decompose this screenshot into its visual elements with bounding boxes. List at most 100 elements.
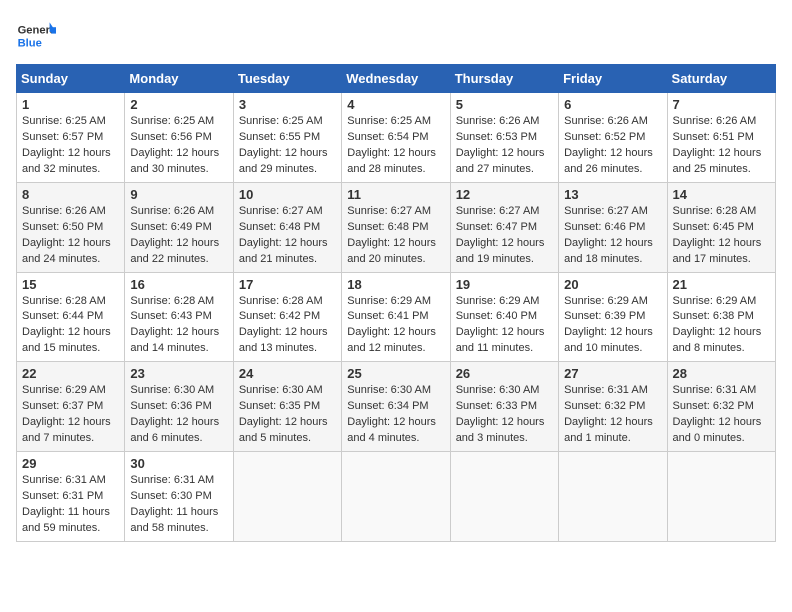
week-row-3: 15 Sunrise: 6:28 AMSunset: 6:44 PMDayligh…	[17, 272, 776, 362]
day-number: 4	[347, 97, 444, 112]
day-cell: 4 Sunrise: 6:25 AMSunset: 6:54 PMDaylight…	[342, 93, 450, 183]
day-number: 15	[22, 277, 119, 292]
day-cell: 2 Sunrise: 6:25 AMSunset: 6:56 PMDaylight…	[125, 93, 233, 183]
day-info: Sunrise: 6:26 AMSunset: 6:53 PMDaylight:…	[456, 114, 553, 178]
day-number: 17	[239, 277, 336, 292]
day-number: 25	[347, 366, 444, 381]
day-info: Sunrise: 6:31 AMSunset: 6:30 PMDaylight:…	[130, 473, 227, 537]
day-number: 10	[239, 187, 336, 202]
day-info: Sunrise: 6:31 AMSunset: 6:31 PMDaylight:…	[22, 473, 119, 537]
day-cell	[450, 452, 558, 542]
day-number: 24	[239, 366, 336, 381]
day-number: 1	[22, 97, 119, 112]
week-row-2: 8 Sunrise: 6:26 AMSunset: 6:50 PMDaylight…	[17, 182, 776, 272]
day-cell: 19 Sunrise: 6:29 AMSunset: 6:40 PMDayligh…	[450, 272, 558, 362]
day-cell: 14 Sunrise: 6:28 AMSunset: 6:45 PMDayligh…	[667, 182, 775, 272]
day-info: Sunrise: 6:29 AMSunset: 6:39 PMDaylight:…	[564, 294, 661, 358]
day-number: 2	[130, 97, 227, 112]
day-cell: 13Sunrise: 6:27 AMSunset: 6:46 PMDayligh…	[559, 182, 667, 272]
day-info: Sunrise: 6:28 AMSunset: 6:45 PMDaylight:…	[673, 204, 770, 268]
day-number: 11	[347, 187, 444, 202]
day-info: Sunrise: 6:29 AMSunset: 6:41 PMDaylight:…	[347, 294, 444, 358]
day-info: Sunrise: 6:27 AMSunset: 6:48 PMDaylight:…	[239, 204, 336, 268]
logo-icon: General Blue	[16, 16, 56, 56]
day-number: 9	[130, 187, 227, 202]
day-cell	[667, 452, 775, 542]
day-cell: 27 Sunrise: 6:31 AMSunset: 6:32 PMDayligh…	[559, 362, 667, 452]
day-info: Sunrise: 6:31 AMSunset: 6:32 PMDaylight:…	[564, 383, 661, 447]
day-cell: 18Sunrise: 6:29 AMSunset: 6:41 PMDayligh…	[342, 272, 450, 362]
day-cell: 10 Sunrise: 6:27 AMSunset: 6:48 PMDayligh…	[233, 182, 341, 272]
logo: General Blue	[16, 16, 56, 56]
day-info: Sunrise: 6:29 AMSunset: 6:40 PMDaylight:…	[456, 294, 553, 358]
day-info: Sunrise: 6:30 AMSunset: 6:33 PMDaylight:…	[456, 383, 553, 447]
day-cell	[233, 452, 341, 542]
svg-text:Blue: Blue	[18, 37, 42, 49]
day-cell: 3 Sunrise: 6:25 AMSunset: 6:55 PMDaylight…	[233, 93, 341, 183]
day-info: Sunrise: 6:29 AMSunset: 6:37 PMDaylight:…	[22, 383, 119, 447]
day-cell: 29Sunrise: 6:31 AMSunset: 6:31 PMDayligh…	[17, 452, 125, 542]
week-row-1: 1 Sunrise: 6:25 AMSunset: 6:57 PMDaylight…	[17, 93, 776, 183]
day-number: 12	[456, 187, 553, 202]
day-cell: 28Sunrise: 6:31 AMSunset: 6:32 PMDayligh…	[667, 362, 775, 452]
day-cell: 12 Sunrise: 6:27 AMSunset: 6:47 PMDayligh…	[450, 182, 558, 272]
calendar-table: SundayMondayTuesdayWednesdayThursdayFrid…	[16, 64, 776, 542]
day-number: 27	[564, 366, 661, 381]
day-cell: 23Sunrise: 6:30 AMSunset: 6:36 PMDayligh…	[125, 362, 233, 452]
day-info: Sunrise: 6:27 AMSunset: 6:47 PMDaylight:…	[456, 204, 553, 268]
day-info: Sunrise: 6:25 AMSunset: 6:54 PMDaylight:…	[347, 114, 444, 178]
day-number: 3	[239, 97, 336, 112]
day-cell: 15 Sunrise: 6:28 AMSunset: 6:44 PMDayligh…	[17, 272, 125, 362]
day-cell: 20 Sunrise: 6:29 AMSunset: 6:39 PMDayligh…	[559, 272, 667, 362]
col-header-thursday: Thursday	[450, 65, 558, 93]
day-info: Sunrise: 6:25 AMSunset: 6:57 PMDaylight:…	[22, 114, 119, 178]
day-cell	[342, 452, 450, 542]
day-info: Sunrise: 6:28 AMSunset: 6:42 PMDaylight:…	[239, 294, 336, 358]
day-number: 19	[456, 277, 553, 292]
day-number: 13	[564, 187, 661, 202]
col-header-tuesday: Tuesday	[233, 65, 341, 93]
day-number: 26	[456, 366, 553, 381]
day-number: 14	[673, 187, 770, 202]
day-number: 28	[673, 366, 770, 381]
day-info: Sunrise: 6:26 AMSunset: 6:50 PMDaylight:…	[22, 204, 119, 268]
header-row: SundayMondayTuesdayWednesdayThursdayFrid…	[17, 65, 776, 93]
week-row-5: 29Sunrise: 6:31 AMSunset: 6:31 PMDayligh…	[17, 452, 776, 542]
day-cell: 24 Sunrise: 6:30 AMSunset: 6:35 PMDayligh…	[233, 362, 341, 452]
day-cell: 21 Sunrise: 6:29 AMSunset: 6:38 PMDayligh…	[667, 272, 775, 362]
day-info: Sunrise: 6:29 AMSunset: 6:38 PMDaylight:…	[673, 294, 770, 358]
col-header-monday: Monday	[125, 65, 233, 93]
page-header: General Blue	[16, 16, 776, 56]
day-info: Sunrise: 6:26 AMSunset: 6:52 PMDaylight:…	[564, 114, 661, 178]
day-cell: 25 Sunrise: 6:30 AMSunset: 6:34 PMDayligh…	[342, 362, 450, 452]
day-number: 8	[22, 187, 119, 202]
day-number: 22	[22, 366, 119, 381]
day-cell: 16Sunrise: 6:28 AMSunset: 6:43 PMDayligh…	[125, 272, 233, 362]
day-number: 21	[673, 277, 770, 292]
day-cell: 11 Sunrise: 6:27 AMSunset: 6:48 PMDayligh…	[342, 182, 450, 272]
day-cell: 8 Sunrise: 6:26 AMSunset: 6:50 PMDaylight…	[17, 182, 125, 272]
day-cell: 6Sunrise: 6:26 AMSunset: 6:52 PMDaylight…	[559, 93, 667, 183]
col-header-wednesday: Wednesday	[342, 65, 450, 93]
day-number: 23	[130, 366, 227, 381]
day-info: Sunrise: 6:26 AMSunset: 6:51 PMDaylight:…	[673, 114, 770, 178]
day-info: Sunrise: 6:28 AMSunset: 6:44 PMDaylight:…	[22, 294, 119, 358]
day-cell	[559, 452, 667, 542]
day-cell: 5Sunrise: 6:26 AMSunset: 6:53 PMDaylight…	[450, 93, 558, 183]
day-cell: 26 Sunrise: 6:30 AMSunset: 6:33 PMDayligh…	[450, 362, 558, 452]
day-number: 20	[564, 277, 661, 292]
day-cell: 22 Sunrise: 6:29 AMSunset: 6:37 PMDayligh…	[17, 362, 125, 452]
day-info: Sunrise: 6:30 AMSunset: 6:35 PMDaylight:…	[239, 383, 336, 447]
day-info: Sunrise: 6:25 AMSunset: 6:56 PMDaylight:…	[130, 114, 227, 178]
day-cell: 1 Sunrise: 6:25 AMSunset: 6:57 PMDaylight…	[17, 93, 125, 183]
col-header-friday: Friday	[559, 65, 667, 93]
day-number: 16	[130, 277, 227, 292]
day-info: Sunrise: 6:25 AMSunset: 6:55 PMDaylight:…	[239, 114, 336, 178]
day-info: Sunrise: 6:30 AMSunset: 6:34 PMDaylight:…	[347, 383, 444, 447]
day-number: 7	[673, 97, 770, 112]
day-cell: 17 Sunrise: 6:28 AMSunset: 6:42 PMDayligh…	[233, 272, 341, 362]
day-cell: 7 Sunrise: 6:26 AMSunset: 6:51 PMDaylight…	[667, 93, 775, 183]
day-info: Sunrise: 6:26 AMSunset: 6:49 PMDaylight:…	[130, 204, 227, 268]
day-info: Sunrise: 6:27 AMSunset: 6:48 PMDaylight:…	[347, 204, 444, 268]
col-header-sunday: Sunday	[17, 65, 125, 93]
